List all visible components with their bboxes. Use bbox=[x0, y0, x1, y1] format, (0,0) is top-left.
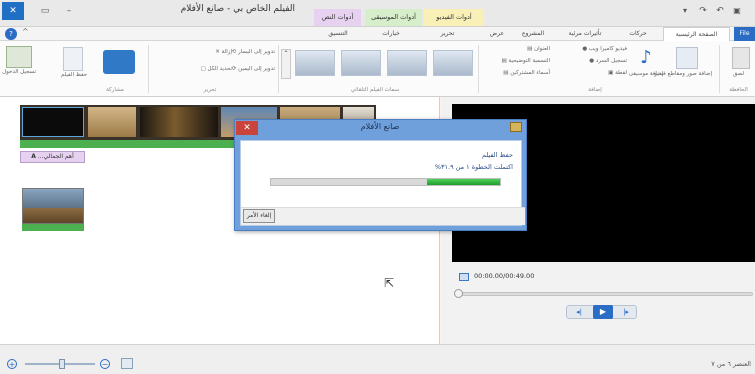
add-videos-photos-icon[interactable] bbox=[676, 47, 698, 69]
rotate-left-button[interactable]: تدوير إلى اليسار ⟲ bbox=[195, 49, 275, 55]
credits-label: أسماء المشتركين bbox=[510, 70, 550, 76]
tab-view[interactable]: عرض bbox=[483, 27, 511, 41]
paste-icon[interactable] bbox=[732, 47, 750, 69]
narration-button[interactable]: تسجيل السرد ● bbox=[553, 58, 627, 64]
save-movie-button[interactable] bbox=[63, 47, 83, 71]
ribbon-separator bbox=[148, 45, 149, 93]
tab-animations[interactable]: حركات bbox=[618, 27, 658, 41]
dialog-status: اكتملت الخطوة ١ من ٣١.٩% bbox=[434, 163, 513, 171]
tab-visual-effects[interactable]: تأثيرات مرئية bbox=[557, 27, 613, 41]
window-title: الفيلم الخاص بي - صانع الأفلام bbox=[180, 4, 295, 14]
narration-label: تسجيل السرد bbox=[595, 58, 627, 64]
movie-maker-window: ✕ ▭ – الفيلم الخاص بي - صانع الأفلام أدو… bbox=[0, 0, 755, 374]
dialog-title: صانع الأفلام bbox=[360, 122, 400, 131]
save-progress-bar bbox=[270, 178, 501, 186]
clip-thumbnail[interactable] bbox=[88, 107, 136, 137]
playback-time: 00:00.00/00:49.00 bbox=[474, 272, 535, 280]
context-tab-video-tools[interactable]: أدوات الفيديو bbox=[424, 9, 484, 26]
themes-scroll-icon[interactable]: ⌃ bbox=[281, 49, 291, 79]
zoom-out-icon[interactable]: − bbox=[100, 359, 110, 369]
sign-in-label[interactable]: تسجيل الدخول bbox=[2, 69, 36, 75]
group-label-edit: تحرير bbox=[203, 87, 217, 93]
undo-icon[interactable]: ↶ bbox=[711, 2, 729, 20]
save-progress-fill bbox=[427, 179, 500, 185]
play-button[interactable]: ▶ bbox=[593, 305, 613, 319]
thumbnail-size-icon[interactable] bbox=[121, 358, 133, 369]
tab-format[interactable]: التنسيق bbox=[314, 27, 362, 41]
onedrive-cloud-icon[interactable] bbox=[103, 50, 135, 74]
music-note-icon[interactable]: ♪ bbox=[638, 47, 654, 69]
tab-project[interactable]: المشروع bbox=[513, 27, 553, 41]
previous-frame-icon[interactable]: ◂| bbox=[570, 306, 588, 318]
save-movie-label: حفظ الفيلم bbox=[60, 72, 88, 78]
tab-edit[interactable]: تحرير bbox=[420, 27, 475, 41]
group-label-clipboard: الحافظة bbox=[729, 87, 748, 93]
caption-chip[interactable]: أهم الجمالي... A bbox=[20, 151, 85, 163]
theme-thumb-3[interactable] bbox=[387, 50, 427, 76]
rotate-left-label: تدوير إلى اليسار bbox=[237, 49, 275, 55]
tab-file[interactable]: File bbox=[734, 27, 755, 41]
clip-selected[interactable] bbox=[22, 107, 84, 137]
caption-chip-text: أهم الجمالي... bbox=[37, 153, 74, 160]
seek-handle[interactable] bbox=[454, 289, 463, 298]
caption-button[interactable]: التسمية التوضيحية ▤ bbox=[482, 58, 550, 64]
webcam-label: فيديو كاميرا ويب bbox=[588, 46, 627, 52]
snapshot-label: لقطة bbox=[615, 70, 627, 76]
rotate-right-button[interactable]: تدوير إلى اليمين ⟳ bbox=[195, 66, 275, 72]
group-label-share: مشاركة bbox=[106, 87, 124, 93]
cancel-button[interactable]: إلغاء الأمر bbox=[243, 209, 275, 223]
save-movie-icon[interactable] bbox=[6, 46, 32, 68]
minimize-window-button[interactable]: – bbox=[60, 2, 78, 20]
ribbon-separator bbox=[719, 45, 720, 93]
item-count: العنصر ٦ من ٧ bbox=[711, 360, 751, 368]
zoom-slider-thumb[interactable] bbox=[59, 359, 65, 369]
title-bar: ✕ ▭ – الفيلم الخاص بي - صانع الأفلام أدو… bbox=[0, 0, 755, 27]
title-button[interactable]: العنوان ▤ bbox=[482, 46, 550, 52]
theme-thumb-2[interactable] bbox=[341, 50, 381, 76]
collapse-ribbon-icon[interactable]: ^ bbox=[22, 27, 29, 36]
credits-button[interactable]: أسماء المشتركين ▤ bbox=[482, 70, 550, 76]
clip-thumbnail[interactable] bbox=[140, 107, 218, 137]
tab-options[interactable]: خيارات bbox=[365, 27, 417, 41]
help-icon[interactable]: ? bbox=[5, 28, 17, 40]
quick-access-customize-icon[interactable]: ▾ bbox=[676, 2, 694, 20]
ribbon-tabs: ? ^ File الصفحة الرئيسية حركات تأثيرات م… bbox=[0, 27, 755, 41]
mouse-cursor-icon: ⇱ bbox=[384, 276, 395, 290]
rotate-right-label: تدوير إلى اليمين bbox=[238, 66, 275, 72]
seek-bar[interactable] bbox=[454, 292, 753, 296]
status-bar: + − العنصر ٦ من ٧ bbox=[0, 344, 755, 374]
next-frame-icon[interactable]: |▸ bbox=[617, 306, 635, 318]
dialog-heading: حفظ الفيلم bbox=[481, 151, 513, 159]
context-tab-text-tools[interactable]: أدوات النص bbox=[314, 9, 361, 26]
dialog-footer bbox=[241, 207, 525, 225]
caption-label: التسمية التوضيحية bbox=[508, 58, 551, 64]
snapshot-button[interactable]: لقطة ▣ bbox=[553, 70, 627, 76]
fullscreen-icon[interactable] bbox=[459, 273, 469, 281]
maximize-window-button[interactable]: ▭ bbox=[36, 2, 54, 20]
ribbon: تسجيل الدخول حفظ الفيلم مشاركة إزالة ✕ ت… bbox=[0, 41, 755, 97]
add-videos-photos-label[interactable]: إضافة صور ومقاطع فيديو bbox=[654, 71, 712, 77]
second-clip-thumbnail[interactable] bbox=[22, 188, 84, 224]
theme-thumb-1[interactable] bbox=[295, 50, 335, 76]
paste-label[interactable]: لصق bbox=[722, 71, 755, 77]
context-tab-music-tools[interactable]: أدوات الموسيقى bbox=[365, 9, 422, 26]
ribbon-separator bbox=[478, 45, 479, 93]
ribbon-separator bbox=[278, 45, 279, 93]
group-label-automovie: سمات الفيلم التلقائي bbox=[350, 87, 400, 93]
dialog-close-button[interactable]: ✕ bbox=[236, 121, 258, 135]
group-label-add: إضافة bbox=[588, 87, 602, 93]
title-label: العنوان bbox=[534, 46, 550, 52]
redo-icon[interactable]: ↷ bbox=[694, 2, 712, 20]
second-clip-music-bar[interactable] bbox=[22, 224, 84, 231]
save-icon[interactable]: ▣ bbox=[728, 2, 746, 20]
tab-home[interactable]: الصفحة الرئيسية bbox=[663, 27, 730, 41]
movie-maker-app-icon bbox=[510, 122, 522, 132]
webcam-button[interactable]: فيديو كاميرا ويب ● bbox=[553, 46, 627, 52]
close-window-button[interactable]: ✕ bbox=[2, 2, 24, 20]
zoom-in-icon[interactable]: + bbox=[7, 359, 17, 369]
theme-thumb-4[interactable] bbox=[433, 50, 473, 76]
